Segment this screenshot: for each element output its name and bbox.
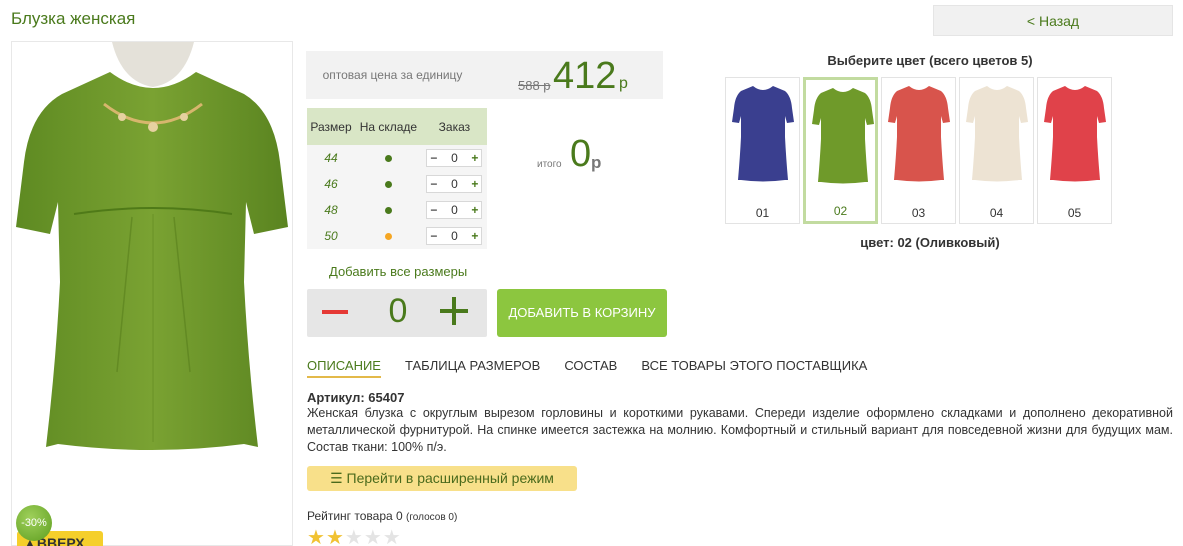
minus-icon[interactable]: − [430, 177, 437, 191]
price-label: оптовая цена за единицу [322, 68, 463, 82]
star-icon[interactable]: ★ [326, 528, 344, 546]
total-currency: р [591, 153, 602, 172]
swatch-code: 01 [755, 206, 770, 220]
selected-color-label: цвет: 02 (Оливковый) [860, 235, 1000, 250]
color-swatch-02[interactable]: 02 [803, 77, 878, 224]
rating-stars[interactable]: ★ ★ ★ ★ ★ [307, 528, 402, 546]
tab-supplier-products[interactable]: ВСЕ ТОВАРЫ ЭТОГО ПОСТАВЩИКА [641, 358, 867, 378]
plus-icon[interactable]: + [471, 177, 478, 191]
product-image[interactable] [11, 41, 293, 546]
plus-icon[interactable]: + [471, 229, 478, 243]
rating-votes: (голосов 0) [406, 512, 458, 523]
old-price: 588 р [518, 78, 551, 93]
color-swatch-01[interactable]: 01 [725, 77, 800, 224]
tab-description[interactable]: ОПИСАНИЕ [307, 358, 381, 378]
article-number: Артикул: 65407 [307, 390, 405, 405]
star-icon[interactable]: ★ [364, 528, 382, 546]
stock-indicator-icon [384, 181, 392, 188]
blouse-thumbnail [1044, 86, 1106, 182]
star-icon[interactable]: ★ [345, 528, 363, 546]
stock-indicator-icon [384, 207, 392, 214]
blouse-thumbnail [966, 86, 1028, 182]
back-button[interactable]: < Назад [933, 5, 1173, 36]
qty-stepper[interactable]: −0 + [426, 175, 483, 193]
size-row: 50 −0 + [307, 223, 487, 249]
stepper-value: 0 [451, 203, 458, 217]
star-icon[interactable]: ★ [307, 528, 325, 546]
stock-header: На складе [355, 108, 422, 145]
minus-icon[interactable]: − [430, 229, 437, 243]
page-title: Блузка женская [11, 9, 136, 28]
add-all-sizes-link[interactable]: Добавить все размеры [329, 264, 467, 279]
stepper-value: 0 [451, 229, 458, 243]
size-value: 48 [307, 197, 355, 223]
size-table: Размер На складе Заказ 44 −0 + 46 −0 + 48 … [307, 108, 487, 249]
size-header: Размер [307, 108, 355, 145]
product-tabs: ОПИСАНИЕ ТАБЛИЦА РАЗМЕРОВ СОСТАВ ВСЕ ТОВ… [307, 358, 891, 378]
swatch-code: 03 [911, 206, 926, 220]
color-swatch-05[interactable]: 05 [1037, 77, 1112, 224]
color-picker-title: Выберите цвет (всего цветов 5) [827, 53, 1033, 68]
qty-stepper[interactable]: −0 + [426, 227, 483, 245]
price-currency: р [619, 75, 628, 92]
plus-icon[interactable] [440, 296, 470, 326]
size-value: 46 [307, 171, 355, 197]
blouse-thumbnail [888, 86, 950, 182]
total-label: итого [537, 159, 562, 170]
size-value: 44 [307, 145, 355, 171]
discount-badge: -30% [16, 505, 52, 541]
swatch-code: 04 [989, 206, 1004, 220]
blouse-thumbnail [732, 86, 794, 182]
minus-icon[interactable]: − [430, 151, 437, 165]
stepper-value: 0 [451, 177, 458, 191]
quantity-value: 0 [388, 292, 408, 330]
swatch-code: 05 [1067, 206, 1082, 220]
qty-stepper[interactable]: −0 + [426, 149, 483, 167]
plus-icon[interactable]: + [471, 203, 478, 217]
size-row: 48 −0 + [307, 197, 487, 223]
stock-indicator-icon [384, 155, 392, 162]
total-value: 0 [570, 133, 592, 175]
add-to-cart-button[interactable]: ДОБАВИТЬ В КОРЗИНУ [497, 289, 667, 337]
minus-icon[interactable] [322, 310, 348, 314]
qty-stepper[interactable]: −0 + [426, 201, 483, 219]
order-header: Заказ [421, 108, 487, 145]
star-icon[interactable]: ★ [383, 528, 401, 546]
blouse-image [16, 42, 288, 450]
product-description: Женская блузка с округлым вырезом горлов… [307, 406, 1173, 454]
stepper-value: 0 [451, 151, 458, 165]
size-row: 44 −0 + [307, 145, 487, 171]
color-swatch-03[interactable]: 03 [881, 77, 956, 224]
color-swatches: 01 02 03 04 05 [725, 77, 1115, 224]
color-swatch-04[interactable]: 04 [959, 77, 1034, 224]
list-icon: ☰ [330, 470, 343, 486]
size-row: 46 −0 + [307, 171, 487, 197]
tab-size-chart[interactable]: ТАБЛИЦА РАЗМЕРОВ [405, 358, 540, 378]
rating-label: Рейтинг товара 0 (голосов 0) [307, 509, 457, 523]
tab-composition[interactable]: СОСТАВ [564, 358, 617, 378]
extended-mode-label: Перейти в расширенный режим [346, 470, 554, 486]
extended-mode-button[interactable]: ☰ Перейти в расширенный режим [307, 466, 577, 491]
stock-indicator-icon [384, 233, 392, 240]
swatch-code: 02 [833, 204, 848, 218]
blouse-thumbnail [812, 88, 874, 184]
minus-icon[interactable]: − [430, 203, 437, 217]
rating-text: Рейтинг товара 0 [307, 509, 403, 523]
size-value: 50 [307, 223, 355, 249]
current-price: 412 [553, 55, 617, 97]
plus-icon[interactable]: + [471, 151, 478, 165]
